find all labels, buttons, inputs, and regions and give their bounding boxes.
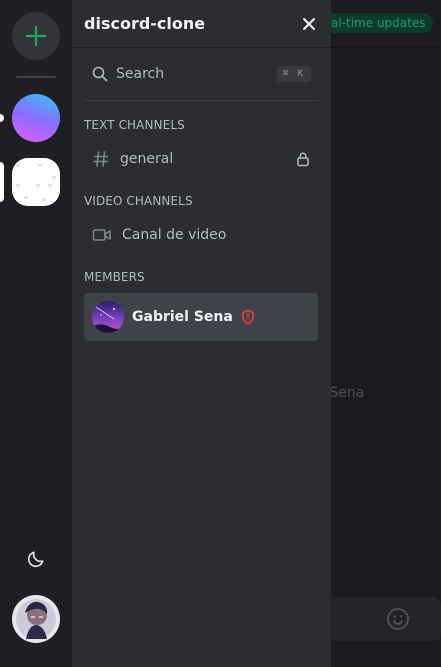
chat-header: al-time updates	[301, 0, 441, 48]
section-members: MEMBERS	[84, 270, 145, 284]
search-button[interactable]: Search ⌘ K	[84, 56, 319, 92]
avatar-image	[92, 301, 124, 333]
section-text-channels[interactable]: TEXT CHANNELS	[84, 118, 185, 132]
lock-icon	[297, 152, 309, 167]
channel-general[interactable]: general	[84, 143, 319, 175]
moon-icon	[27, 551, 44, 568]
chat-backdrop: al-time updates l Sena	[301, 0, 441, 667]
smile-icon	[387, 608, 409, 630]
theme-toggle-button[interactable]	[22, 545, 50, 573]
selected-indicator	[0, 162, 4, 202]
server-header[interactable]: discord-clone	[72, 0, 331, 48]
video-icon	[92, 229, 111, 241]
emoji-button[interactable]	[386, 607, 410, 631]
search-label: Search	[116, 66, 165, 82]
member-avatar	[92, 301, 124, 333]
server-name: discord-clone	[84, 14, 206, 33]
server-rail	[0, 0, 72, 667]
channel-sidebar: discord-clone Search ⌘ K TEXT CHANNELS g…	[72, 0, 331, 667]
user-avatar[interactable]	[12, 595, 60, 643]
search-icon	[92, 66, 108, 82]
section-video-channels[interactable]: VIDEO CHANNELS	[84, 194, 193, 208]
hash-icon	[93, 151, 109, 167]
close-icon	[303, 17, 315, 30]
channel-video[interactable]: Canal de video	[84, 219, 319, 251]
channel-label: Canal de video	[122, 227, 227, 243]
divider	[84, 100, 319, 101]
member-item[interactable]: Gabriel Sena	[84, 293, 318, 341]
unread-indicator	[0, 114, 4, 122]
member-name: Gabriel Sena	[132, 309, 233, 325]
plus-icon	[25, 25, 47, 47]
shield-alert-icon	[242, 309, 254, 325]
add-server-button[interactable]	[12, 12, 60, 60]
avatar-image	[12, 595, 60, 643]
server-icon-gradient[interactable]	[12, 94, 60, 142]
channel-label: general	[120, 151, 174, 167]
search-shortcut: ⌘ K	[276, 66, 311, 82]
close-sidebar-button[interactable]	[299, 14, 319, 34]
server-icon-active[interactable]	[12, 158, 60, 206]
rail-separator	[16, 76, 56, 78]
